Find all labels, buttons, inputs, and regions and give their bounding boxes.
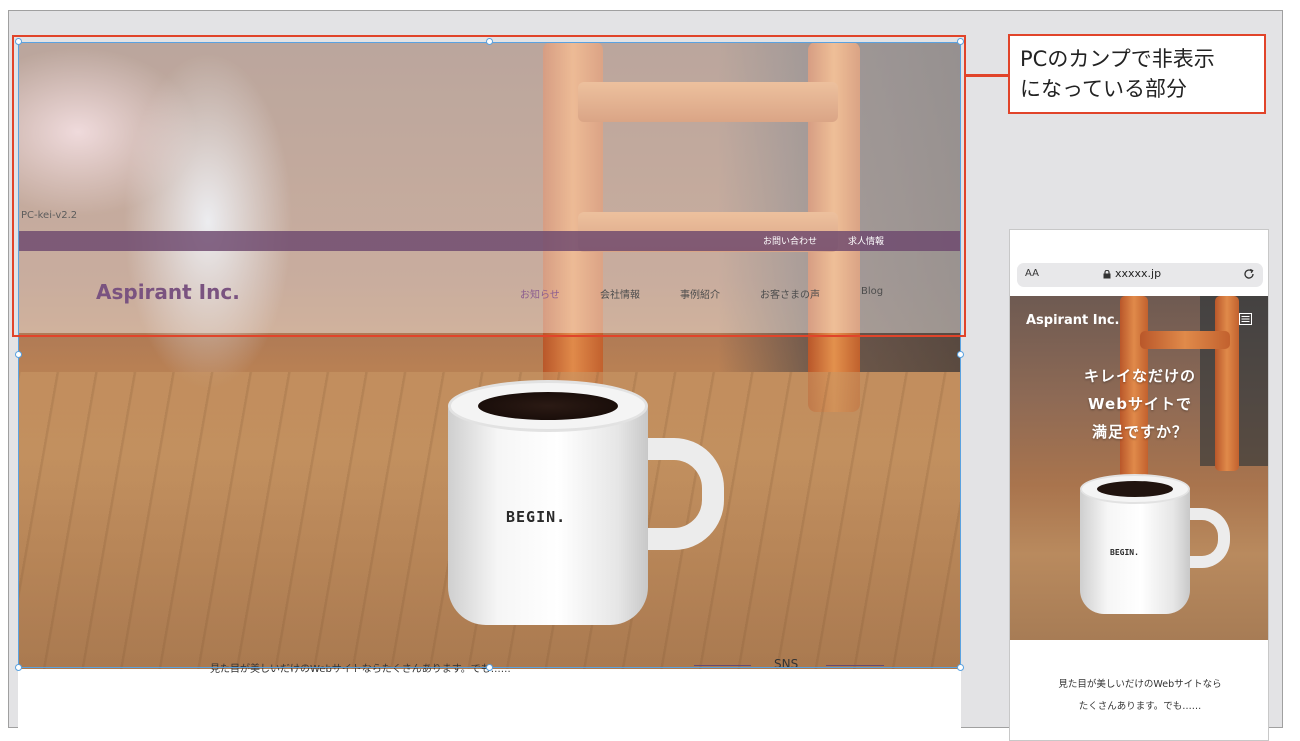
callout-label: PCのカンプで非表示 になっている部分 xyxy=(1008,34,1266,114)
phone-mockup[interactable]: AA xxxxx.jp Aspirant Inc. キレイなだけの Webサイト… xyxy=(1009,229,1269,741)
callout-line-2: になっている部分 xyxy=(1020,77,1187,101)
phone-photo-mug: BEGIN. xyxy=(1080,474,1235,616)
lock-icon xyxy=(1103,270,1111,279)
reload-icon[interactable] xyxy=(1243,268,1255,280)
hidden-area-highlight xyxy=(12,35,966,337)
resize-handle-bottom[interactable] xyxy=(486,664,493,671)
phone-hero-photo: Aspirant Inc. キレイなだけの Webサイトで 満足ですか？ BEG… xyxy=(1010,296,1268,640)
callout-connector xyxy=(966,74,1008,77)
url-text: xxxxx.jp xyxy=(1115,267,1162,280)
mug-coffee xyxy=(1097,481,1173,497)
resize-handle-bottom-right[interactable] xyxy=(957,664,964,671)
resize-handle-bottom-left[interactable] xyxy=(15,664,22,671)
callout-line-1: PCのカンプで非表示 xyxy=(1020,47,1215,71)
text-size-button[interactable]: AA xyxy=(1025,268,1039,279)
hamburger-menu-icon[interactable] xyxy=(1239,313,1252,325)
phone-intro-line-2: たくさんあります。でも…… xyxy=(1078,701,1202,712)
resize-handle-left[interactable] xyxy=(15,351,22,358)
resize-handle-right[interactable] xyxy=(957,351,964,358)
catch-line-1: キレイなだけの xyxy=(1083,367,1196,385)
phone-intro-line-1: 見た目が美しいだけのWebサイトなら xyxy=(1058,679,1222,690)
catch-line-3: 満足ですか？ xyxy=(1091,423,1188,441)
catch-line-2: Webサイトで xyxy=(1088,395,1192,413)
browser-url-bar[interactable]: AA xxxxx.jp xyxy=(1017,263,1263,287)
mug-handle xyxy=(1184,508,1230,568)
mug-label: BEGIN. xyxy=(1110,548,1139,557)
phone-intro-text: 見た目が美しいだけのWebサイトなら たくさんあります。でも…… xyxy=(1010,674,1268,718)
phone-catchcopy: キレイなだけの Webサイトで 満足ですか？ xyxy=(1010,362,1268,446)
phone-site-logo[interactable]: Aspirant Inc. xyxy=(1026,313,1119,328)
photo-chair-rail xyxy=(1140,331,1230,349)
